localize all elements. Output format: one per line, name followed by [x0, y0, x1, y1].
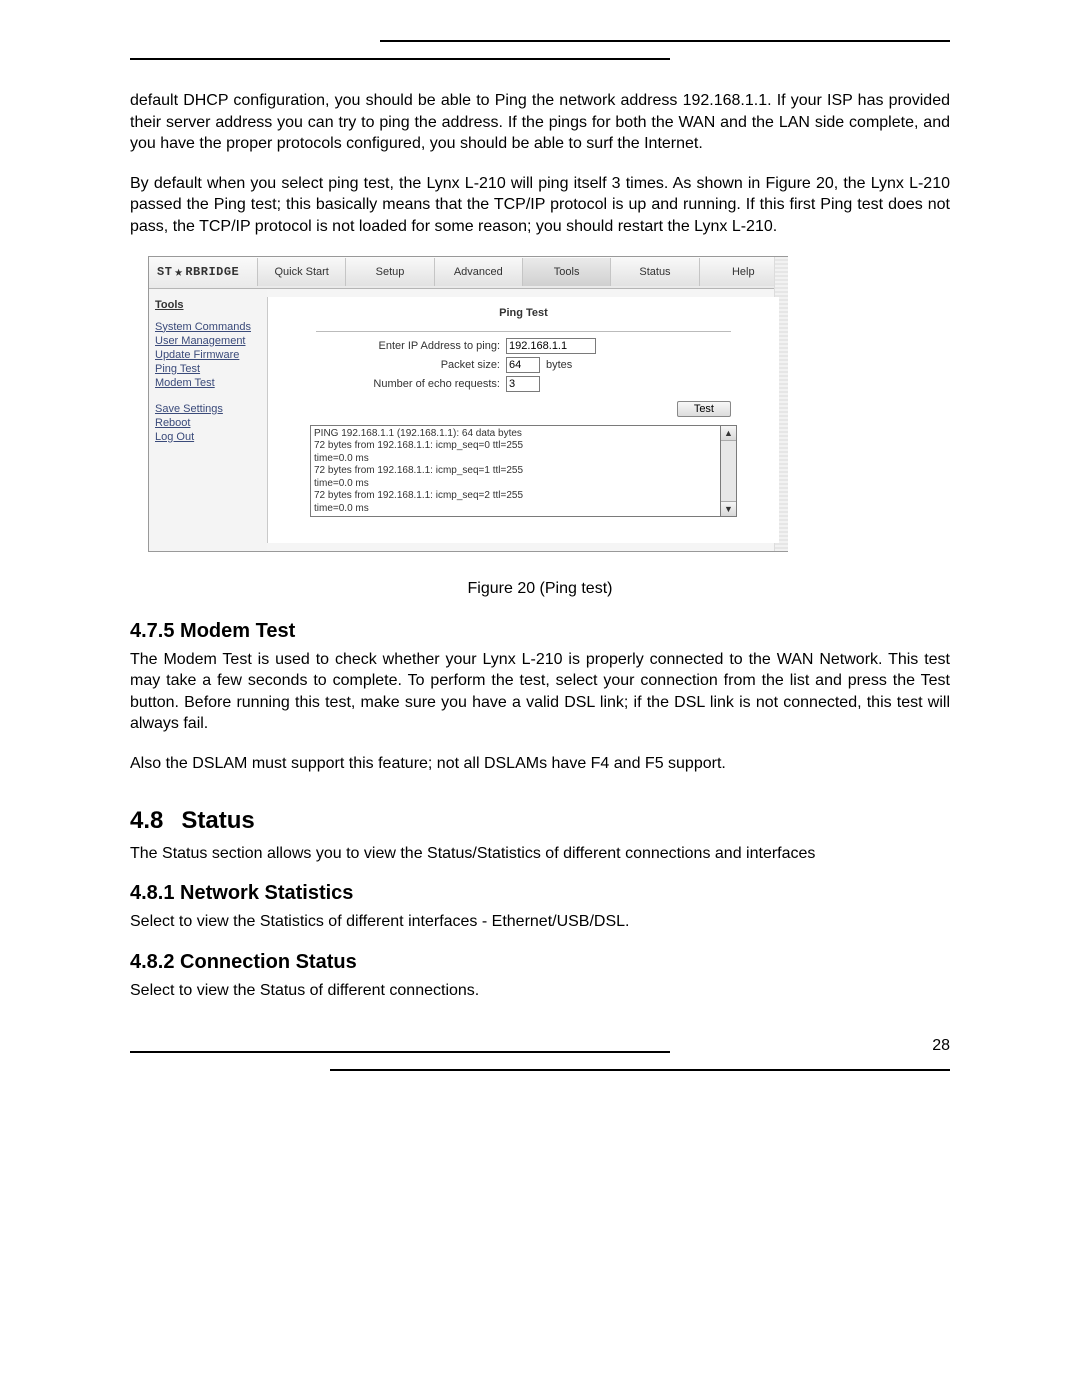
sidebar-item-modem-test[interactable]: Modem Test — [155, 377, 261, 389]
paragraph: The Modem Test is used to check whether … — [130, 649, 950, 735]
sidebar-title: Tools — [155, 299, 261, 311]
scrollbar[interactable]: ▲ ▼ — [721, 425, 737, 517]
heading-modem-test: 4.7.5 Modem Test — [130, 620, 950, 643]
echo-requests-input[interactable] — [506, 376, 540, 392]
packet-size-input[interactable] — [506, 357, 540, 373]
sidebar-item-system-commands[interactable]: System Commands — [155, 321, 261, 333]
scroll-track[interactable] — [721, 441, 736, 501]
tab-status[interactable]: Status — [610, 258, 698, 286]
scroll-down-icon[interactable]: ▼ — [721, 501, 736, 516]
header-rule-right — [380, 40, 950, 42]
ip-address-input[interactable] — [506, 338, 596, 354]
test-button[interactable]: Test — [677, 401, 731, 417]
sidebar-item-save-settings[interactable]: Save Settings — [155, 403, 261, 415]
paragraph: By default when you select ping test, th… — [130, 173, 950, 238]
paragraph: default DHCP configuration, you should b… — [130, 90, 950, 155]
ping-output: PING 192.168.1.1 (192.168.1.1): 64 data … — [310, 425, 721, 517]
sidebar: Tools System Commands User Management Up… — [149, 289, 267, 551]
sidebar-item-user-management[interactable]: User Management — [155, 335, 261, 347]
page-number: 28 — [130, 1037, 950, 1055]
paragraph: Also the DSLAM must support this feature… — [130, 753, 950, 775]
tab-setup[interactable]: Setup — [345, 258, 433, 286]
label-echo-requests: Number of echo requests: — [286, 378, 506, 390]
tab-quick-start[interactable]: Quick Start — [257, 258, 345, 286]
heading-status: 4.8Status — [130, 807, 950, 835]
brand-logo: ST★RBRIDGE — [149, 264, 257, 281]
footer-rule-right — [330, 1069, 950, 1071]
top-nav: Quick Start Setup Advanced Tools Status … — [257, 258, 787, 286]
sidebar-item-reboot[interactable]: Reboot — [155, 417, 261, 429]
router-ui-screenshot: ST★RBRIDGE Quick Start Setup Advanced To… — [148, 256, 788, 552]
paragraph: Select to view the Status of different c… — [130, 980, 950, 1002]
label-ip: Enter IP Address to ping: — [286, 340, 506, 352]
heading-connection-status: 4.8.2 Connection Status — [130, 951, 950, 974]
panel-title: Ping Test — [286, 303, 761, 329]
heading-network-statistics: 4.8.1 Network Statistics — [130, 882, 950, 905]
label-bytes: bytes — [546, 359, 572, 371]
scroll-up-icon[interactable]: ▲ — [721, 426, 736, 441]
sidebar-item-log-out[interactable]: Log Out — [155, 431, 261, 443]
paragraph: Select to view the Statistics of differe… — [130, 911, 950, 933]
header-rule-left — [130, 58, 670, 60]
paragraph: The Status section allows you to view th… — [130, 843, 950, 865]
tab-tools[interactable]: Tools — [522, 258, 610, 286]
divider — [316, 331, 731, 332]
label-packet-size: Packet size: — [286, 359, 506, 371]
tab-advanced[interactable]: Advanced — [434, 258, 522, 286]
content-panel: Ping Test Enter IP Address to ping: Pack… — [267, 297, 779, 543]
star-icon: ★ — [174, 264, 183, 281]
figure-ping-test: ST★RBRIDGE Quick Start Setup Advanced To… — [148, 256, 950, 552]
figure-caption: Figure 20 (Ping test) — [130, 580, 950, 598]
sidebar-item-ping-test[interactable]: Ping Test — [155, 363, 261, 375]
sidebar-item-update-firmware[interactable]: Update Firmware — [155, 349, 261, 361]
